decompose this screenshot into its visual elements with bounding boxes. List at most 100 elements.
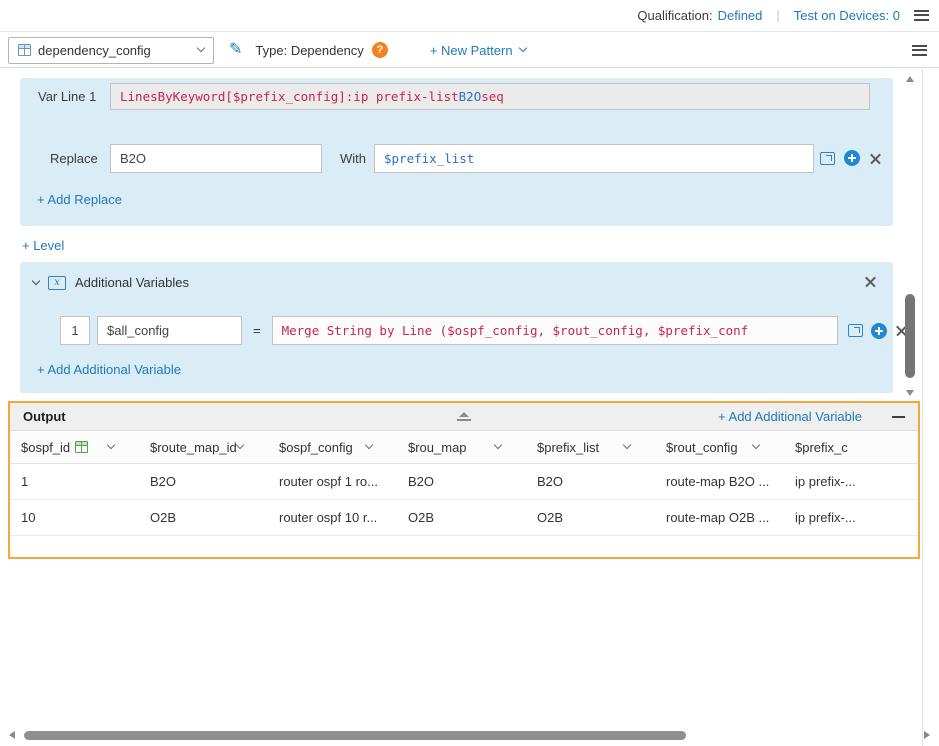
table-cell: O2B bbox=[139, 500, 268, 535]
column-dropdown-icon[interactable] bbox=[107, 441, 115, 449]
pattern-editor-page: Qualification: Defined | Test on Devices… bbox=[0, 0, 939, 746]
add-replace-link[interactable]: + Add Replace bbox=[37, 192, 122, 207]
output-header: Output + Add Additional Variable bbox=[10, 403, 918, 431]
table-cell: ip prefix-... bbox=[784, 464, 920, 499]
table-cell: O2B bbox=[397, 500, 526, 535]
table-row[interactable]: 10O2Brouter ospf 10 r...O2BO2Broute-map … bbox=[10, 500, 920, 536]
with-input[interactable]: $prefix_list bbox=[374, 144, 814, 173]
column-dropdown-icon[interactable] bbox=[494, 441, 502, 449]
table-cell: B2O bbox=[397, 464, 526, 499]
chevron-down-icon bbox=[518, 44, 526, 52]
replace-row-actions bbox=[820, 150, 882, 166]
column-dropdown-icon[interactable] bbox=[623, 441, 631, 449]
add-level-link[interactable]: + Level bbox=[22, 238, 64, 253]
output-header-actions: + Add Additional Variable bbox=[718, 409, 905, 424]
table-cell: B2O bbox=[526, 464, 655, 499]
output-column-header[interactable]: $prefix_c bbox=[784, 431, 920, 463]
output-table-body: 1B2Orouter ospf 1 ro...B2OB2Oroute-map B… bbox=[10, 464, 918, 536]
collapse-handle-icon[interactable] bbox=[456, 412, 472, 421]
horizontal-scroll-thumb[interactable] bbox=[24, 731, 686, 740]
column-label: $rou_map bbox=[408, 440, 467, 455]
output-column-header[interactable]: $ospf_id bbox=[10, 431, 139, 463]
replace-label: Replace bbox=[50, 144, 98, 173]
qualification-value-link[interactable]: Defined bbox=[718, 8, 763, 23]
column-label: $ospf_config bbox=[279, 440, 353, 455]
additional-variable-row: 1 $all_config = Merge String by Line ($o… bbox=[60, 316, 908, 345]
help-icon[interactable] bbox=[372, 42, 388, 58]
table-cell: O2B bbox=[526, 500, 655, 535]
table-cell: B2O bbox=[139, 464, 268, 499]
additional-variables-header: Additional Variables bbox=[33, 275, 189, 290]
table-cell: ip prefix-... bbox=[784, 500, 920, 535]
table-cell: router ospf 1 ro... bbox=[268, 464, 397, 499]
chevron-down-icon bbox=[197, 44, 205, 52]
table-cell: route-map B2O ... bbox=[655, 464, 784, 499]
column-label: $rout_config bbox=[666, 440, 738, 455]
table-cell: route-map O2B ... bbox=[655, 500, 784, 535]
add-additional-variable-link[interactable]: + Add Additional Variable bbox=[718, 409, 862, 424]
var-line-panel: Var Line 1 LinesByKeyword[$prefix_config… bbox=[20, 78, 893, 226]
output-column-header[interactable]: $ospf_config bbox=[268, 431, 397, 463]
output-table-header-row: $ospf_id $route_map_id $ospf_config $rou_ma… bbox=[10, 431, 920, 464]
scroll-right-arrow[interactable] bbox=[924, 731, 930, 739]
expression-row-actions bbox=[848, 323, 908, 339]
table-cell: 10 bbox=[10, 500, 139, 535]
expression-input[interactable]: Merge String by Line ($ospf_config, $rou… bbox=[272, 316, 838, 345]
output-section: Output + Add Additional Variable $ospf_i… bbox=[8, 401, 920, 559]
equals-sign: = bbox=[253, 323, 261, 338]
vertical-scroll-thumb[interactable] bbox=[905, 294, 915, 378]
additional-variables-title: Additional Variables bbox=[75, 275, 189, 290]
top-bar: Qualification: Defined | Test on Devices… bbox=[0, 0, 939, 32]
output-column-header[interactable]: $rou_map bbox=[397, 431, 526, 463]
table-cell: 1 bbox=[10, 464, 139, 499]
row-index: 1 bbox=[60, 316, 90, 345]
collapse-chevron-icon[interactable] bbox=[32, 276, 40, 284]
column-label: $ospf_id bbox=[21, 440, 70, 455]
vertical-scrollbar bbox=[903, 71, 918, 401]
column-dropdown-icon[interactable] bbox=[236, 441, 244, 449]
qualification-status: Qualification: Defined bbox=[637, 8, 762, 23]
new-pattern-label: + New Pattern bbox=[430, 43, 513, 58]
scroll-left-arrow[interactable] bbox=[9, 731, 15, 739]
edit-pencil-icon[interactable] bbox=[229, 42, 242, 58]
content-right-border bbox=[922, 69, 923, 746]
horizontal-scrollbar bbox=[0, 727, 939, 743]
new-pattern-button[interactable]: + New Pattern bbox=[430, 43, 526, 58]
variable-icon bbox=[48, 276, 66, 290]
close-icon[interactable] bbox=[864, 275, 877, 288]
table-row[interactable]: 1B2Orouter ospf 1 ro...B2OB2Oroute-map B… bbox=[10, 464, 920, 500]
output-column-header[interactable]: $rout_config bbox=[655, 431, 784, 463]
output-column-header[interactable]: $prefix_list bbox=[526, 431, 655, 463]
variable-name-input[interactable]: $all_config bbox=[97, 316, 242, 345]
output-column-header[interactable]: $route_map_id bbox=[139, 431, 268, 463]
column-dropdown-icon[interactable] bbox=[752, 441, 760, 449]
pattern-selector-dropdown[interactable]: dependency_config bbox=[8, 37, 214, 64]
replace-input[interactable]: B2O bbox=[110, 144, 322, 173]
topbar-separator: | bbox=[776, 8, 779, 23]
open-editor-icon[interactable] bbox=[848, 324, 863, 337]
remove-icon[interactable] bbox=[869, 152, 882, 165]
scroll-up-arrow[interactable] bbox=[906, 76, 914, 82]
menu-icon[interactable] bbox=[914, 10, 929, 21]
add-additional-variable-link[interactable]: + Add Additional Variable bbox=[37, 362, 181, 377]
expand-table-icon[interactable] bbox=[820, 152, 835, 165]
scroll-down-arrow[interactable] bbox=[906, 390, 914, 396]
qualification-label: Qualification: bbox=[637, 8, 712, 23]
column-dropdown-icon[interactable] bbox=[365, 441, 373, 449]
table-grid-icon bbox=[18, 44, 31, 56]
var-line-input[interactable]: LinesByKeyword[$prefix_config]:ip prefix… bbox=[110, 83, 870, 110]
add-icon[interactable] bbox=[871, 323, 887, 339]
pattern-type-label: Type: Dependency bbox=[255, 43, 363, 58]
table-variable-icon bbox=[75, 441, 88, 453]
pattern-name: dependency_config bbox=[38, 43, 191, 58]
output-title: Output bbox=[23, 409, 66, 424]
column-label: $prefix_list bbox=[537, 440, 599, 455]
column-label: $route_map_id bbox=[150, 440, 237, 455]
pattern-toolbar: dependency_config Type: Dependency + New… bbox=[0, 33, 939, 68]
add-icon[interactable] bbox=[844, 150, 860, 166]
editor-menu-icon[interactable] bbox=[912, 45, 927, 56]
test-on-devices-link[interactable]: Test on Devices: 0 bbox=[794, 8, 900, 23]
minimize-icon[interactable] bbox=[892, 416, 905, 418]
with-label: With bbox=[340, 144, 366, 173]
additional-variables-panel: Additional Variables 1 $all_config = Mer… bbox=[20, 262, 893, 393]
